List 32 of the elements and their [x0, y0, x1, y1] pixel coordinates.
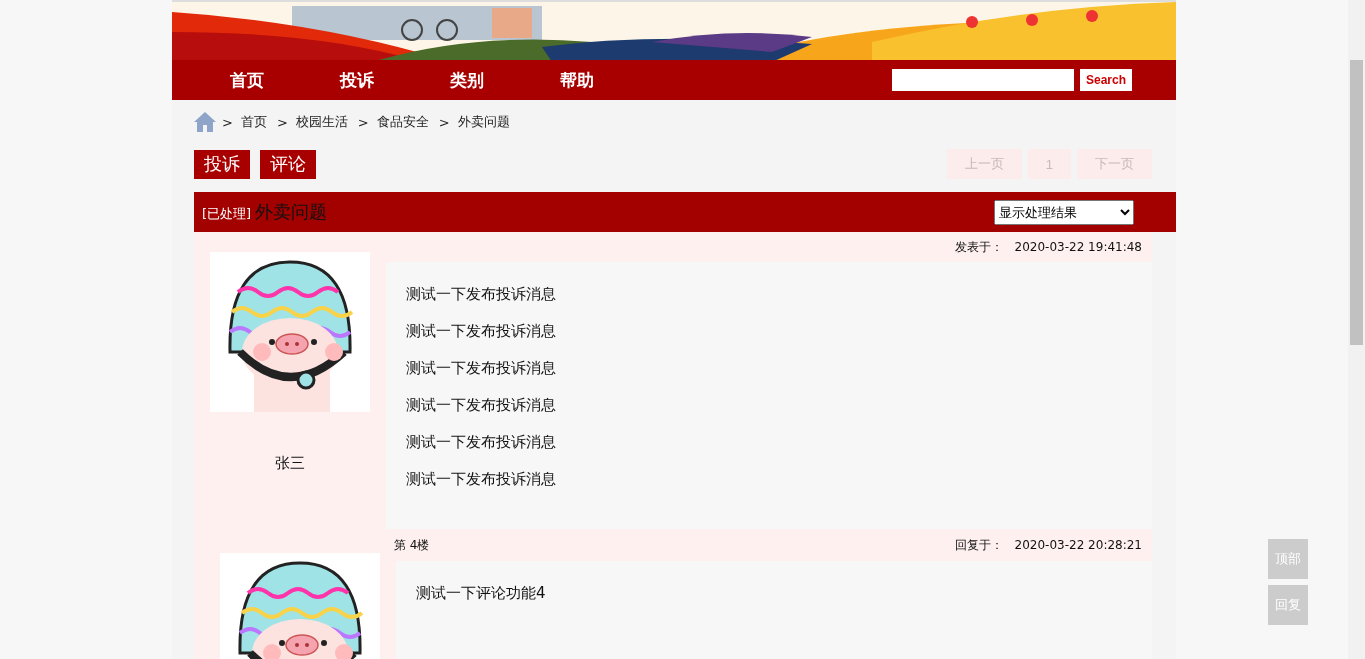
home-icon[interactable] [194, 112, 216, 132]
scrollbar[interactable] [1348, 0, 1365, 659]
reply-date: 回复于： 2020-03-22 20:28:21 [955, 536, 1142, 554]
post-paragraph: 测试一下发布投诉消息 [406, 395, 557, 415]
author-name: 张三 [275, 454, 305, 473]
action-button[interactable]: 评论 [260, 149, 316, 179]
breadcrumb-link[interactable]: 食品安全 [376, 113, 429, 131]
breadcrumb-link[interactable]: 外卖问题 [457, 113, 510, 131]
breadcrumb-separator: > [276, 114, 288, 130]
search-input[interactable] [891, 69, 1074, 91]
post-paragraph: 测试一下发布投诉消息 [406, 284, 557, 304]
post-paragraph: 测试一下发布投诉消息 [406, 358, 557, 378]
nav-link[interactable]: 首页 [192, 68, 302, 92]
action-button[interactable]: 投诉 [194, 149, 250, 179]
nav-link[interactable]: 投诉 [302, 68, 412, 92]
breadcrumb-link[interactable]: 校园生活 [295, 113, 348, 131]
topic-title: 外卖问题 [255, 200, 328, 224]
post-paragraph: 测试一下发布投诉消息 [406, 432, 557, 452]
search-button[interactable]: Search [1079, 69, 1132, 91]
topic-status: [已处理] [202, 205, 252, 223]
filter-select[interactable]: 显示处理结果 [994, 199, 1134, 225]
breadcrumb-link[interactable]: 首页 [240, 113, 267, 131]
breadcrumb-separator: > [357, 114, 369, 130]
breadcrumb-separator: > [438, 114, 450, 130]
breadcrumb-separator: > [222, 114, 233, 130]
floor-number: 第 4楼 [394, 536, 430, 554]
nav-link[interactable]: 类别 [412, 68, 522, 92]
post-date: 发表于： 2020-03-22 19:41:48 [955, 238, 1142, 256]
nav-link[interactable]: 帮助 [522, 68, 632, 92]
post-paragraph: 测试一下发布投诉消息 [406, 321, 557, 341]
reply-paragraph: 测试一下评论功能4 [416, 583, 547, 603]
post-paragraph: 测试一下发布投诉消息 [406, 469, 557, 489]
